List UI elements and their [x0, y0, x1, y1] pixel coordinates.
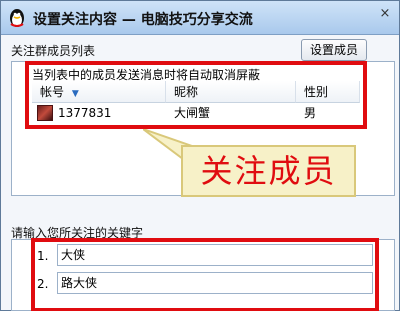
title-bar[interactable]: 设置关注内容 — 电脑技巧分享交流 × — [1, 1, 399, 35]
callout-label: 关注成员 — [181, 145, 356, 197]
keywords-highlight-frame — [31, 238, 379, 311]
dialog-window: 设置关注内容 — 电脑技巧分享交流 × 关注群成员列表 设置成员 当列表中的成员… — [0, 0, 400, 311]
members-highlight-frame — [25, 61, 367, 129]
window-title: 设置关注内容 — 电脑技巧分享交流 — [33, 12, 253, 28]
qq-penguin-icon — [10, 9, 24, 27]
set-members-button[interactable]: 设置成员 — [301, 39, 367, 61]
members-section-label: 关注群成员列表 — [11, 44, 96, 58]
close-button[interactable]: × — [375, 4, 395, 24]
